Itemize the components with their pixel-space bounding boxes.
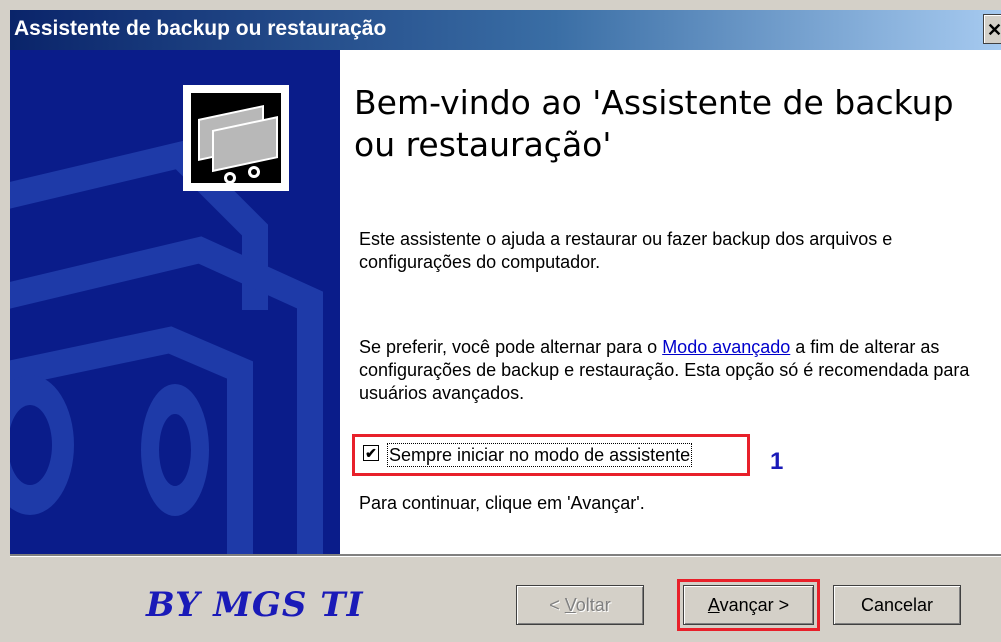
continue-text: Para continuar, clique em 'Avançar'. [359,493,645,513]
window-title: Assistente de backup ou restauração [14,17,387,40]
back-prefix: < [549,595,565,615]
wizard-mode-checkbox-row[interactable]: ✔ Sempre iniciar no modo de assistente [352,434,750,476]
wizard-mode-checkbox[interactable]: ✔ [363,445,379,461]
brand-watermark: BY MGS TI [146,585,364,625]
back-rest: oltar [575,595,611,615]
backup-banner-illustration [10,85,323,554]
backup-wizard-dialog: Assistente de backup ou restauração ✕ Be… [0,0,1001,642]
intro-text: Este assistente o ajuda a restaurar ou f… [359,229,893,272]
title-bar[interactable]: Assistente de backup ou restauração ✕ [10,10,1001,50]
close-button[interactable]: ✕ [983,14,1001,44]
check-icon: ✔ [365,445,377,461]
advanced-mode-link[interactable]: Modo avançado [662,337,790,357]
welcome-heading: Bem-vindo ao 'Assistente de backup ou re… [354,83,954,164]
close-icon: ✕ [987,20,1001,40]
advanced-mode-text: Se preferir, você pode alternar para o M… [359,336,979,405]
wizard-mode-checkbox-label[interactable]: Sempre iniciar no modo de assistente [387,443,693,467]
next-button[interactable]: Avançar > [683,585,814,625]
wizard-footer: BY MGS TI < Voltar Avançar > Cancelar [10,557,1001,642]
wizard-side-banner [10,50,340,554]
backup-tape-icon [183,85,289,191]
cancel-button[interactable]: Cancelar [833,585,961,625]
advanced-prefix: Se preferir, você pode alternar para o [359,337,663,357]
next-mnemonic: A [707,595,720,615]
next-rest: vançar > [719,595,790,615]
annotation-marker-1: 1 [770,448,784,475]
back-button[interactable]: < Voltar [516,585,644,625]
back-mnemonic: V [564,595,576,615]
wizard-content: Bem-vindo ao 'Assistente de backup ou re… [340,50,1001,554]
